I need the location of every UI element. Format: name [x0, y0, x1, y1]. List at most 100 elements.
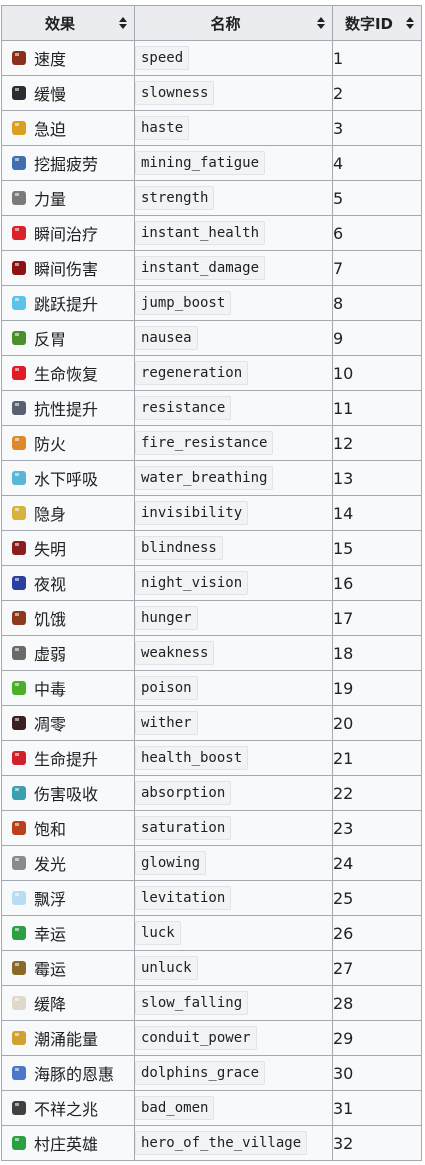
- haste-icon: [9, 118, 29, 138]
- fire-resistance-icon: [9, 433, 29, 453]
- hunger-icon: [9, 608, 29, 628]
- table-row: 飘浮 levitation 25: [1, 880, 422, 916]
- effect-code: levitation: [135, 886, 232, 910]
- effect-label: 饥饿: [34, 610, 67, 629]
- name-cell: dolphins_grace: [134, 1055, 333, 1091]
- id-cell: 8: [332, 285, 422, 321]
- dolphins-grace-icon: [9, 1063, 29, 1083]
- name-cell: invisibility: [134, 495, 333, 531]
- regeneration-icon: [9, 363, 29, 383]
- table-row: 发光 glowing 24: [1, 845, 422, 881]
- effect-code: wither: [135, 711, 198, 735]
- id-cell: 21: [332, 740, 422, 776]
- blindness-icon: [9, 538, 29, 558]
- table-row: 跳跃提升 jump_boost 8: [1, 285, 422, 321]
- name-cell: bad_omen: [134, 1090, 333, 1126]
- name-cell: absorption: [134, 775, 333, 811]
- id-cell: 19: [332, 670, 422, 706]
- effect-code: luck: [135, 921, 181, 945]
- name-cell: luck: [134, 915, 333, 951]
- table-row: 海豚的恩惠 dolphins_grace 30: [1, 1055, 422, 1091]
- health-boost-icon: [9, 748, 29, 768]
- effect-cell: 饱和: [1, 810, 135, 846]
- unluck-icon: [9, 958, 29, 978]
- effect-cell: 生命提升: [1, 740, 135, 776]
- effect-code: speed: [135, 46, 190, 70]
- effect-code: saturation: [135, 816, 232, 840]
- table-row: 幸运 luck 26: [1, 915, 422, 951]
- effect-label: 中毒: [34, 680, 67, 699]
- effect-label: 夜视: [34, 575, 67, 594]
- speed-icon: [9, 48, 29, 68]
- effect-cell: 速度: [1, 40, 135, 76]
- table-row: 夜视 night_vision 16: [1, 565, 422, 601]
- name-cell: levitation: [134, 880, 333, 916]
- table-row: 反胃 nausea 9: [1, 320, 422, 356]
- effect-label: 幸运: [34, 925, 67, 944]
- column-header-effect[interactable]: 效果: [1, 5, 135, 41]
- effect-cell: 村庄英雄: [1, 1125, 135, 1161]
- effect-code: haste: [135, 116, 190, 140]
- resistance-icon: [9, 398, 29, 418]
- luck-icon: [9, 923, 29, 943]
- table-row: 瞬间伤害 instant_damage 7: [1, 250, 422, 286]
- effect-label: 海豚的恩惠: [34, 1065, 115, 1084]
- id-cell: 26: [332, 915, 422, 951]
- id-cell: 25: [332, 880, 422, 916]
- instant-health-icon: [9, 223, 29, 243]
- effect-cell: 缓降: [1, 985, 135, 1021]
- name-cell: hero_of_the_village: [134, 1125, 333, 1161]
- name-cell: conduit_power: [134, 1020, 333, 1056]
- name-cell: wither: [134, 705, 333, 741]
- effect-label: 速度: [34, 50, 67, 69]
- effect-cell: 隐身: [1, 495, 135, 531]
- id-cell: 18: [332, 635, 422, 671]
- table-row: 力量 strength 5: [1, 180, 422, 216]
- effect-code: resistance: [135, 396, 232, 420]
- effect-cell: 失明: [1, 530, 135, 566]
- table-row: 中毒 poison 19: [1, 670, 422, 706]
- name-cell: night_vision: [134, 565, 333, 601]
- effect-label: 失明: [34, 540, 67, 559]
- effect-cell: 不祥之兆: [1, 1090, 135, 1126]
- slowness-icon: [9, 83, 29, 103]
- effect-code: night_vision: [135, 571, 249, 595]
- conduit-power-icon: [9, 1028, 29, 1048]
- table-row: 挖掘疲劳 mining_fatigue 4: [1, 145, 422, 181]
- effect-code: dolphins_grace: [135, 1061, 266, 1085]
- table-row: 虚弱 weakness 18: [1, 635, 422, 671]
- strength-icon: [9, 188, 29, 208]
- id-cell: 12: [332, 425, 422, 461]
- id-cell: 29: [332, 1020, 422, 1056]
- effect-label: 飘浮: [34, 890, 67, 909]
- effect-label: 不祥之兆: [34, 1100, 99, 1119]
- effect-label: 瞬间伤害: [34, 260, 99, 279]
- effect-label: 挖掘疲劳: [34, 155, 99, 174]
- id-cell: 30: [332, 1055, 422, 1091]
- absorption-icon: [9, 783, 29, 803]
- id-cell: 31: [332, 1090, 422, 1126]
- effect-label: 生命提升: [34, 750, 99, 769]
- effect-code: fire_resistance: [135, 431, 274, 455]
- effect-code: unluck: [135, 956, 198, 980]
- effect-cell: 防火: [1, 425, 135, 461]
- table-row: 抗性提升 resistance 11: [1, 390, 422, 426]
- column-header-name[interactable]: 名称: [134, 5, 333, 41]
- effect-cell: 急迫: [1, 110, 135, 146]
- effect-code: water_breathing: [135, 466, 274, 490]
- levitation-icon: [9, 888, 29, 908]
- table-row: 生命恢复 regeneration 10: [1, 355, 422, 391]
- effect-label: 急迫: [34, 120, 67, 139]
- effect-code: instant_health: [135, 221, 266, 245]
- column-header-label: 数字ID: [344, 14, 394, 33]
- mining-fatigue-icon: [9, 153, 29, 173]
- effect-code: bad_omen: [135, 1096, 215, 1120]
- id-cell: 4: [332, 145, 422, 181]
- name-cell: resistance: [134, 390, 333, 426]
- column-header-id[interactable]: 数字ID: [332, 5, 422, 41]
- table-row: 生命提升 health_boost 21: [1, 740, 422, 776]
- table-row: 饱和 saturation 23: [1, 810, 422, 846]
- id-cell: 11: [332, 390, 422, 426]
- water-breathing-icon: [9, 468, 29, 488]
- effect-cell: 夜视: [1, 565, 135, 601]
